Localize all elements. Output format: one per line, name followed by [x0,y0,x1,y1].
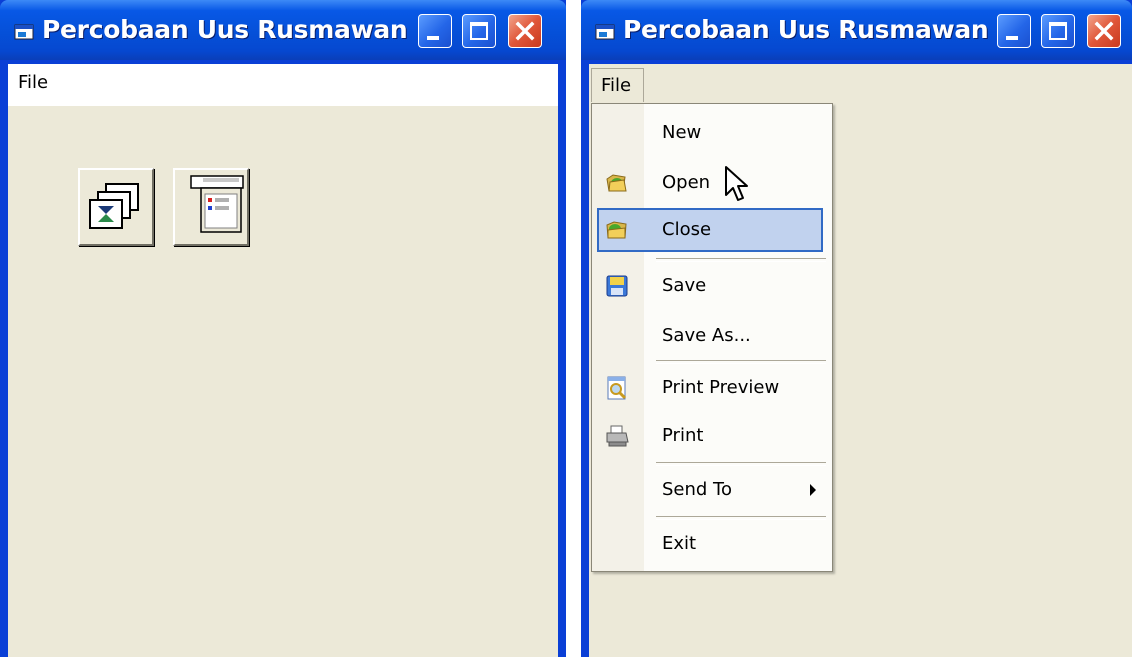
window-title: Percobaan Uus Rusmawan [42,15,408,44]
file-menu-dropdown: New Open Close Save Save As... Print Pre… [591,103,833,572]
submenu-arrow-icon [810,484,816,496]
menu-separator [656,516,826,520]
menu-item-new[interactable]: New [592,111,832,155]
close-button[interactable] [1087,14,1121,48]
close-button[interactable] [508,14,542,48]
open-folder-icon [606,174,627,192]
menu-item-save-as[interactable]: Save As... [592,314,832,358]
menu-file[interactable]: File [12,72,54,93]
floppy-disk-icon [606,275,628,297]
close-icon [1094,21,1114,41]
title-bar[interactable]: Percobaan Uus Rusmawan [0,0,566,60]
form-layout-icon [190,175,244,233]
app-icon [595,24,615,40]
minimize-icon [427,36,439,40]
maximize-button[interactable] [462,14,496,48]
menu-item-send-to[interactable]: Send To [592,468,832,512]
window-title: Percobaan Uus Rusmawan [623,15,989,44]
menu-bar: File [8,64,558,106]
menu-item-close[interactable]: Close [597,208,823,252]
print-preview-icon [607,376,627,400]
maximize-icon [470,22,488,40]
menu-file[interactable]: File [591,68,645,102]
client-area: File [8,64,558,657]
cascade-windows-icon [89,183,139,229]
close-icon [515,21,535,41]
menu-item-open[interactable]: Open [592,161,832,205]
minimize-button[interactable] [997,14,1031,48]
close-folder-icon [606,221,627,239]
cascade-windows-button[interactable] [78,168,154,246]
printer-icon [606,425,629,447]
maximize-icon [1049,22,1067,40]
main-window: Percobaan Uus Rusmawan File [0,0,566,657]
mouse-cursor-icon [725,166,748,201]
menu-item-exit[interactable]: Exit [592,522,832,566]
maximize-button[interactable] [1041,14,1075,48]
menu-separator [656,258,826,262]
menu-separator [656,462,826,466]
menu-item-print[interactable]: Print [592,414,832,458]
menu-bar: File [589,64,1132,106]
menu-item-save[interactable]: Save [592,264,832,308]
menu-item-print-preview[interactable]: Print Preview [592,366,832,410]
title-bar[interactable]: Percobaan Uus Rusmawan [581,0,1132,60]
minimize-button[interactable] [418,14,452,48]
main-window-menu-open: Percobaan Uus Rusmawan File New Open Clo… [581,0,1132,657]
app-icon [14,24,34,40]
menu-separator [656,360,826,364]
form-layout-button[interactable] [173,168,249,246]
minimize-icon [1006,36,1018,40]
